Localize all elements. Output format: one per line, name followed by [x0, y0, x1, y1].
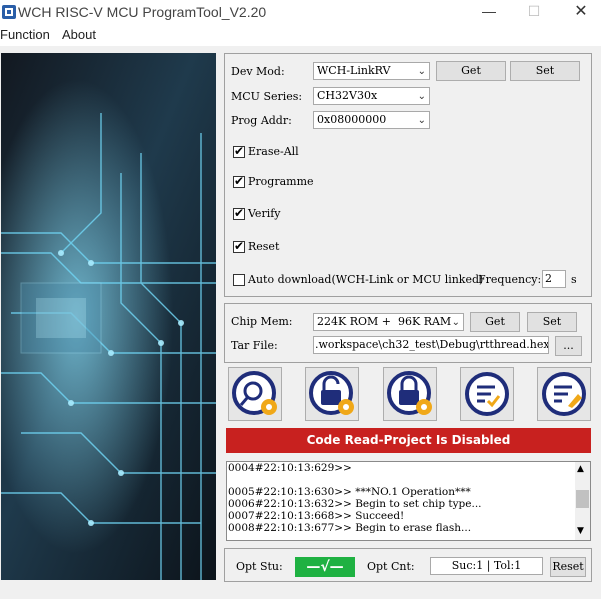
auto-download-checkbox[interactable]: [233, 274, 245, 286]
lock-chip-icon: [387, 371, 432, 415]
chevron-down-icon: ⌄: [451, 317, 460, 328]
log-line: 0007#22:10:13:668>> Succeed!: [228, 510, 405, 522]
erase-button[interactable]: [537, 367, 591, 421]
minimize-icon[interactable]: —: [474, 3, 504, 23]
auto-download-label: Auto download(WCH-Link or MCU linked): [248, 273, 484, 286]
reset-checkbox[interactable]: ✔: [233, 239, 245, 253]
opt-cnt-label: Opt Cnt:: [367, 560, 415, 573]
log-line: 0008#22:10:13:677>> Begin to erase flash…: [228, 522, 472, 534]
erase-all-label: Erase-All: [248, 145, 299, 158]
mcu-series-select[interactable]: CH32V30x ⌄: [313, 87, 430, 105]
dev-mod-select[interactable]: WCH-LinkRV ⌄: [313, 62, 430, 80]
log-line: 0004#22:10:13:629>>: [228, 462, 352, 474]
dev-mod-value: WCH-LinkRV: [317, 64, 391, 77]
menu-about[interactable]: About: [62, 27, 96, 42]
query-chip-button[interactable]: [228, 367, 282, 421]
scroll-up-icon[interactable]: ▲: [577, 464, 584, 474]
prog-addr-value: 0x08000000: [317, 113, 387, 126]
unlock-chip-icon: [309, 371, 354, 415]
checkmark-icon: ✔: [234, 206, 245, 220]
scroll-down-icon[interactable]: ▼: [577, 526, 584, 536]
chevron-down-icon: ⌄: [417, 66, 426, 77]
tar-file-input[interactable]: .workspace\ch32_test\Debug\rtthread.hex: [313, 336, 549, 354]
checkmark-icon: ✔: [234, 239, 245, 253]
chip-get-button[interactable]: Get: [470, 312, 520, 332]
frequency-label: Frequency:: [478, 273, 542, 286]
prog-addr-label: Prog Addr:: [231, 114, 292, 127]
read-protect-banner: Code Read-Project Is Disabled: [226, 428, 591, 453]
search-chip-icon: [232, 371, 277, 415]
prog-addr-select[interactable]: 0x08000000 ⌄: [313, 111, 430, 129]
title-bar: WCH RISC-V MCU ProgramTool_V2.20 — ☐ ✕: [0, 0, 601, 26]
log-line: 0006#22:10:13:632>> Begin to set chip ty…: [228, 498, 482, 510]
browse-button[interactable]: ...: [555, 336, 582, 356]
mcu-series-value: CH32V30x: [317, 89, 378, 102]
erase-all-checkbox[interactable]: ✔: [233, 144, 245, 158]
protect-button[interactable]: [383, 367, 437, 421]
chip-mem-value: 224K ROM + 96K RAM: [317, 315, 452, 328]
menu-bar: Function About: [0, 26, 601, 46]
dev-get-button[interactable]: Get: [436, 61, 506, 81]
verify-button[interactable]: [460, 367, 514, 421]
window-title: WCH RISC-V MCU ProgramTool_V2.20: [18, 4, 267, 20]
log-panel: 0004#22:10:13:629>> 0005#22:10:13:630>> …: [226, 461, 591, 541]
chip-mem-label: Chip Mem:: [231, 315, 293, 328]
chevron-down-icon: ⌄: [417, 91, 426, 102]
chip-mem-select[interactable]: 224K ROM + 96K RAM ⌄: [313, 313, 464, 331]
frequency-unit: s: [571, 273, 577, 286]
chevron-down-icon: ⌄: [417, 115, 426, 126]
programme-label: Programme: [248, 175, 314, 188]
scroll-thumb[interactable]: [576, 490, 589, 508]
dev-set-button[interactable]: Set: [510, 61, 580, 81]
programme-checkbox[interactable]: ✔: [233, 174, 245, 188]
frequency-input[interactable]: 2: [542, 270, 566, 288]
close-icon[interactable]: ✕: [566, 1, 596, 21]
opt-stu-label: Opt Stu:: [236, 560, 283, 573]
log-scrollbar[interactable]: ▲ ▼: [575, 462, 590, 540]
opt-cnt-value: Suc:1 | Tol:1: [430, 557, 543, 575]
unprotect-button[interactable]: [305, 367, 359, 421]
menu-function[interactable]: Function: [0, 27, 50, 42]
erase-list-icon: [542, 372, 586, 416]
verify-list-icon: [465, 372, 509, 416]
maximize-icon[interactable]: ☐: [519, 3, 549, 23]
dev-mod-label: Dev Mod:: [231, 65, 285, 78]
checkmark-icon: ✔: [234, 174, 245, 188]
opt-status-indicator: —√—: [295, 557, 355, 577]
log-line: 0005#22:10:13:630>> ***NO.1 Operation***: [228, 486, 471, 498]
tar-file-label: Tar File:: [231, 339, 278, 352]
app-icon: [2, 5, 16, 19]
mcu-series-label: MCU Series:: [231, 90, 303, 103]
reset-count-button[interactable]: Reset: [550, 557, 586, 577]
checkmark-icon: ✔: [234, 144, 245, 158]
verify-label: Verify: [248, 207, 281, 220]
reset-label: Reset: [248, 240, 280, 253]
chip-set-button[interactable]: Set: [527, 312, 577, 332]
verify-checkbox[interactable]: ✔: [233, 206, 245, 220]
circuit-board-image: [1, 53, 216, 580]
